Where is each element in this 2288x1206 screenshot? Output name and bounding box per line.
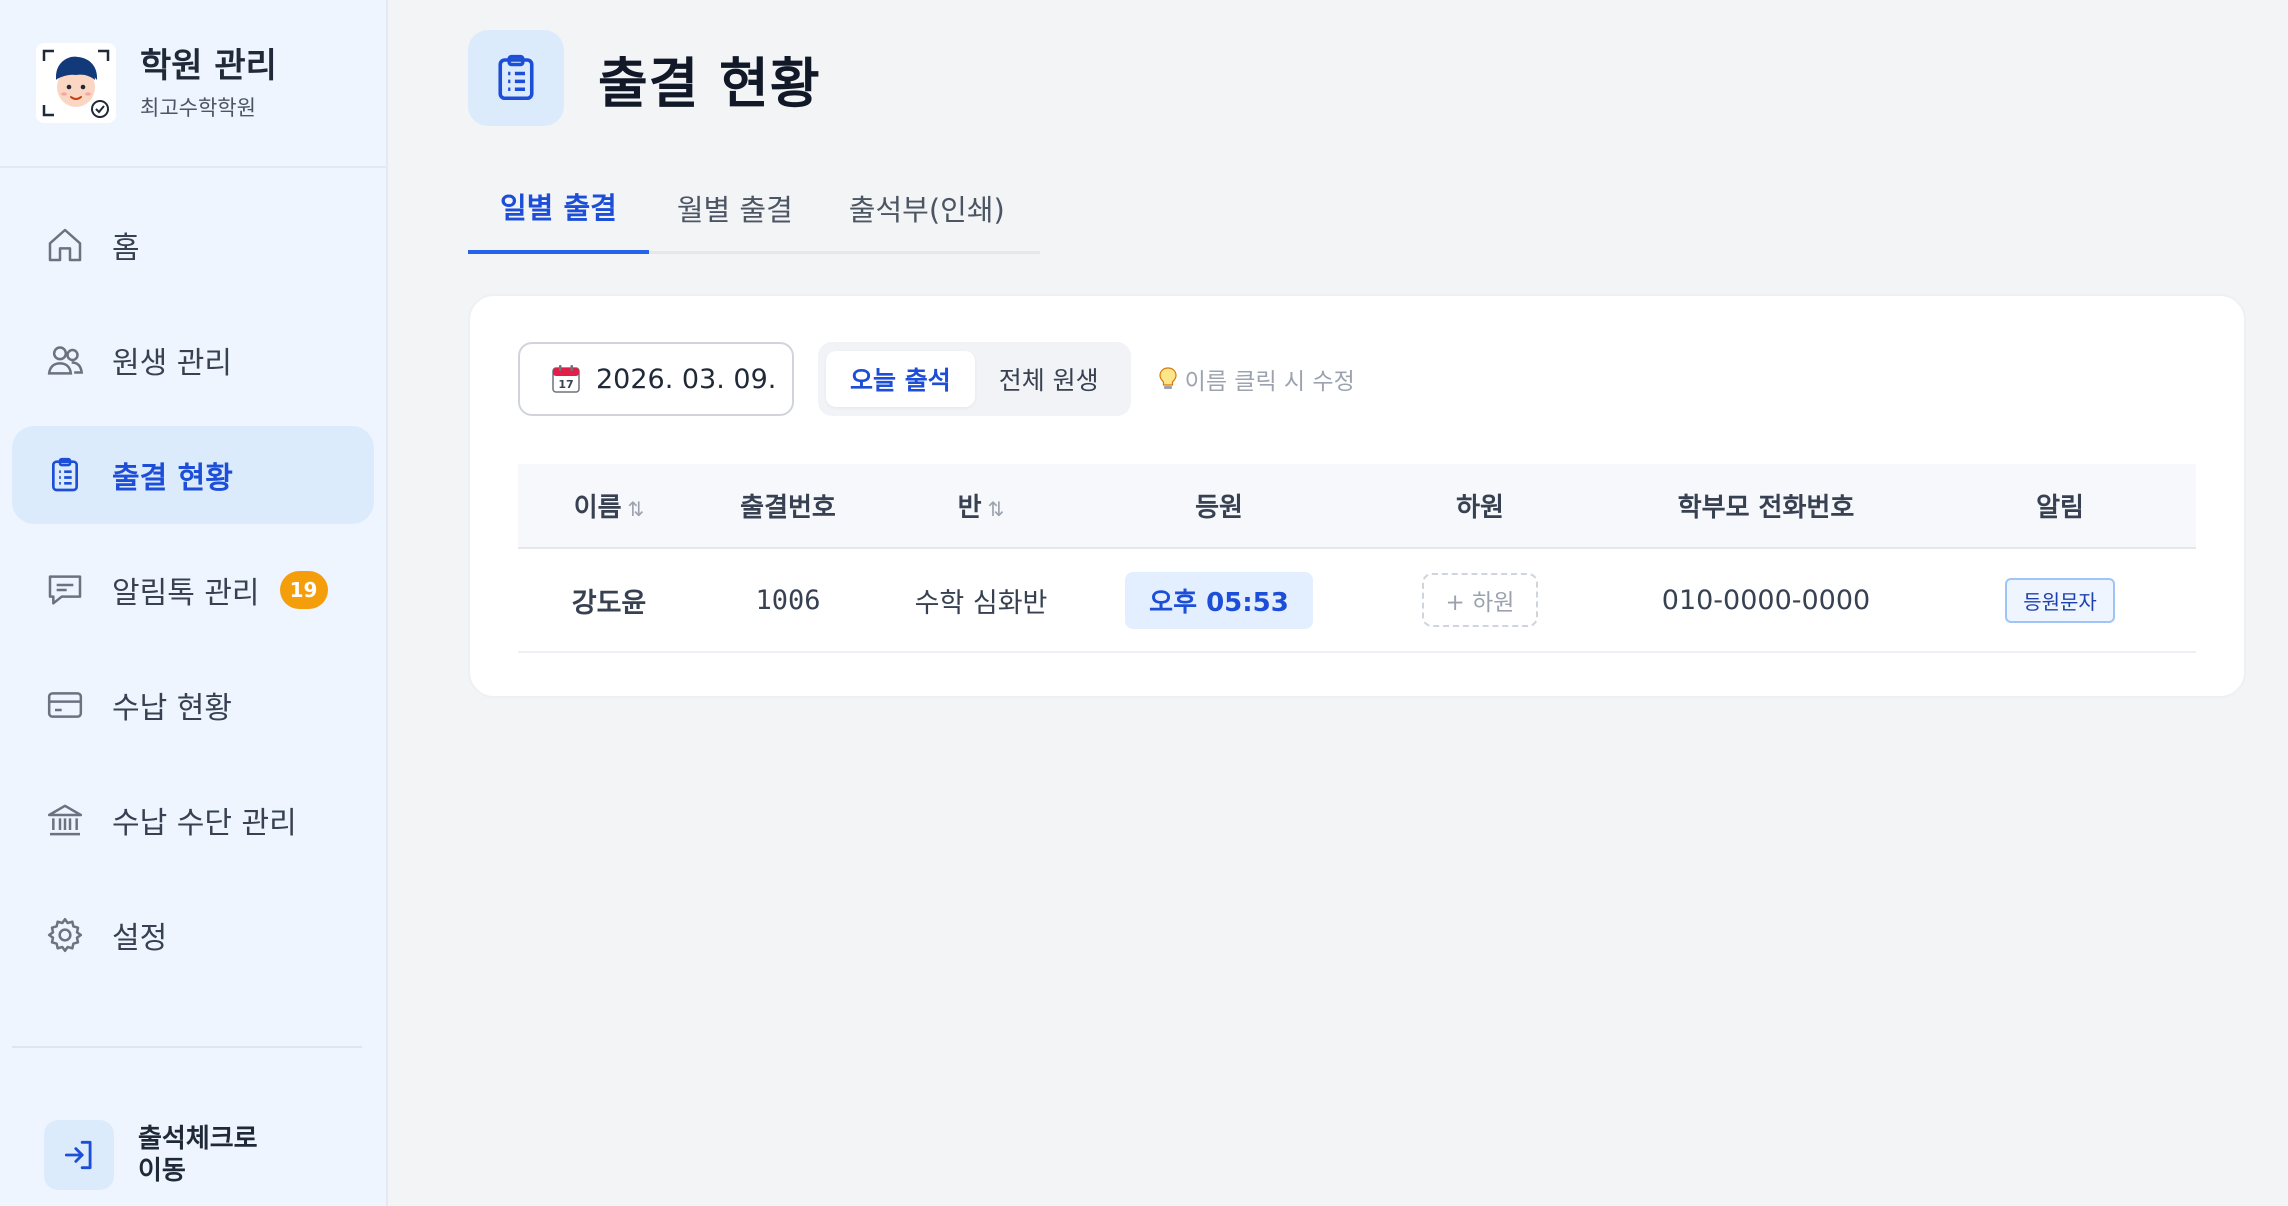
edit-hint-text: 이름 클릭 시 수정 [1184, 369, 1355, 395]
attendance-number: 1006 [700, 548, 876, 653]
column-header-class[interactable]: 반 ⇅ [876, 464, 1086, 549]
column-header-name[interactable]: 이름 ⇅ [518, 464, 700, 549]
attendance-table: 이름 ⇅ 출결번호 반 ⇅ 등원 하원 학부모 전화번호 알림 강도윤 1006 수… [518, 464, 2196, 653]
go-to-attendance-check-button[interactable]: 출석체크로 이동 [44, 1120, 278, 1190]
attendance-toolbar: 17 2026. 03. 09. 오늘 출석 전체 원생 이름 클릭 시 수정 [518, 342, 2196, 416]
checkin-cell: 오후 05:53 [1086, 548, 1352, 653]
brand-header: 학원 관리 최고수학학원 [0, 0, 386, 168]
brand-subtitle: 최고수학학원 [140, 96, 256, 120]
column-header-checkout: 하원 [1352, 464, 1608, 549]
column-header-notify: 알림 [1924, 464, 2196, 549]
tab-daily[interactable]: 일별 출결 [468, 162, 649, 254]
sidebar-nav: 홈 원생 관리 출결 현황 알림톡 관리 19 수납 현황 수납 수단 관리 설… [0, 196, 386, 984]
sidebar-item-label: 원생 관리 [112, 346, 232, 381]
bank-icon [44, 799, 86, 841]
sidebar-item-home[interactable]: 홈 [12, 196, 374, 294]
credit-card-icon [44, 684, 86, 726]
academy-logo [36, 43, 116, 123]
chat-icon [44, 569, 86, 611]
sidebar-item-attendance[interactable]: 출결 현황 [12, 426, 374, 524]
column-header-parent-phone: 학부모 전화번호 [1608, 464, 1924, 549]
sidebar-divider [12, 1046, 362, 1048]
attendance-card: 17 2026. 03. 09. 오늘 출석 전체 원생 이름 클릭 시 수정 [468, 294, 2246, 698]
sidebar-item-payment-methods[interactable]: 수납 수단 관리 [12, 771, 374, 869]
sidebar: 학원 관리 최고수학학원 홈 원생 관리 출결 현황 알림톡 관리 19 수납 … [0, 0, 388, 1206]
main-content: 출결 현황 일별 출결 월별 출결 출석부(인쇄) 17 2026. 03. 0… [388, 0, 2288, 1206]
sidebar-item-label: 수납 현황 [112, 691, 232, 726]
clipboard-icon [468, 30, 564, 126]
column-header-checkin: 등원 [1086, 464, 1352, 549]
calendar-icon: 17 [552, 365, 580, 393]
table-header-row: 이름 ⇅ 출결번호 반 ⇅ 등원 하원 학부모 전화번호 알림 [518, 464, 2196, 549]
brand-title: 학원 관리 [140, 46, 277, 86]
checkout-cell: + 하원 [1352, 548, 1608, 653]
gear-icon [44, 914, 86, 956]
table-row: 강도윤 1006 수학 심화반 오후 05:53 + 하원 010-0000-0… [518, 548, 2196, 653]
go-to-attendance-check-label: 출석체크로 이동 [138, 1124, 258, 1186]
view-filter-toggle: 오늘 출석 전체 원생 [818, 342, 1131, 416]
column-header-number: 출결번호 [700, 464, 876, 549]
tab-monthly[interactable]: 월별 출결 [649, 162, 821, 254]
lightbulb-icon [1159, 367, 1177, 389]
checkin-time[interactable]: 오후 05:53 [1125, 571, 1313, 629]
svg-text:17: 17 [558, 378, 573, 391]
sidebar-item-label: 알림톡 관리 [112, 576, 260, 611]
sidebar-item-students[interactable]: 원생 관리 [12, 311, 374, 409]
notification-count-badge: 19 [279, 571, 328, 609]
student-name[interactable]: 강도윤 [518, 548, 700, 653]
filter-all-students[interactable]: 전체 원생 [975, 351, 1123, 407]
page-title: 출결 현황 [598, 51, 821, 115]
selected-date: 2026. 03. 09. [596, 363, 777, 395]
users-icon [44, 339, 86, 381]
sort-icon: ⇅ [987, 497, 1005, 521]
sidebar-item-label: 출결 현황 [112, 461, 233, 496]
sidebar-item-label: 홈 [112, 231, 140, 266]
sidebar-item-label: 설정 [112, 921, 168, 956]
sidebar-item-payments[interactable]: 수납 현황 [12, 656, 374, 754]
checkin-sms-button[interactable]: 등원문자 [2005, 577, 2115, 623]
page-header: 출결 현황 [468, 30, 2288, 126]
attendance-tabs: 일별 출결 월별 출결 출석부(인쇄) [468, 162, 1040, 254]
sidebar-item-settings[interactable]: 설정 [12, 886, 374, 984]
sidebar-item-label: 수납 수단 관리 [112, 806, 297, 841]
tab-print-roster[interactable]: 출석부(인쇄) [821, 162, 1033, 254]
notify-cell: 등원문자 [1924, 548, 2196, 653]
sidebar-item-alimtalk[interactable]: 알림톡 관리 19 [12, 541, 374, 639]
date-picker[interactable]: 17 2026. 03. 09. [518, 342, 794, 416]
sort-icon: ⇅ [627, 497, 645, 521]
edit-hint: 이름 클릭 시 수정 [1157, 362, 1355, 396]
parent-phone: 010-0000-0000 [1608, 548, 1924, 653]
filter-today-attendance[interactable]: 오늘 출석 [826, 351, 975, 407]
clipboard-icon [44, 454, 86, 496]
class-name: 수학 심화반 [876, 548, 1086, 653]
home-icon [44, 224, 86, 266]
app-root: 학원 관리 최고수학학원 홈 원생 관리 출결 현황 알림톡 관리 19 수납 … [0, 0, 2288, 1206]
checkout-button[interactable]: + 하원 [1421, 573, 1539, 627]
sign-in-icon [44, 1120, 114, 1190]
